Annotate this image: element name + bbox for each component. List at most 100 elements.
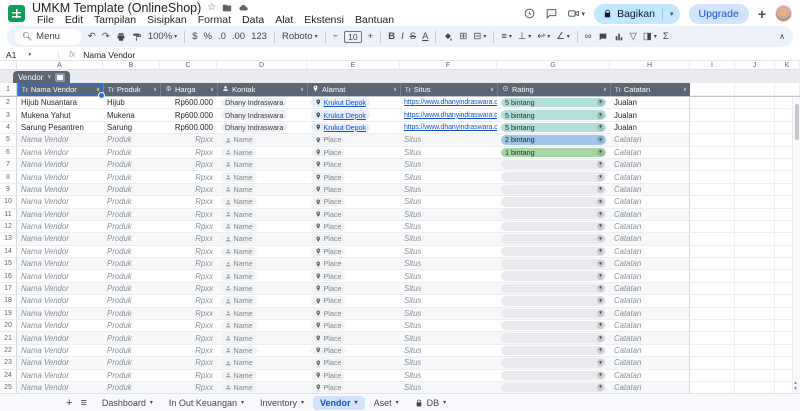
cell-nama-vendor[interactable]: Mukena Yahut bbox=[17, 109, 103, 122]
person-chip-placeholder[interactable]: Name bbox=[221, 172, 257, 182]
cell-nama-vendor[interactable]: Nama Vendor bbox=[17, 221, 103, 234]
cell-nama-vendor[interactable]: Nama Vendor bbox=[17, 370, 103, 382]
rating-dropdown[interactable]: 5 bintang ▼ bbox=[501, 97, 606, 108]
table-column-header-nama-vendor[interactable]: Tr Nama Vendor ∨ bbox=[17, 83, 105, 99]
cell-rating[interactable]: ▼ bbox=[497, 332, 610, 345]
table-column-header-produk[interactable]: Tr Produk ∨ bbox=[103, 83, 160, 96]
cell-produk[interactable]: Produk bbox=[103, 270, 160, 283]
empty-cell[interactable] bbox=[690, 158, 735, 172]
fill-color-button[interactable] bbox=[443, 32, 453, 42]
cell-alamat[interactable]: Place bbox=[307, 357, 400, 370]
place-chip[interactable]: Krukut Depok bbox=[311, 110, 370, 120]
cell-situs[interactable]: Situs bbox=[400, 307, 497, 321]
cell-nama-vendor[interactable]: Sarung Pesantren bbox=[17, 122, 103, 135]
place-chip-placeholder[interactable]: Place bbox=[311, 345, 346, 356]
person-chip-placeholder[interactable]: Name bbox=[221, 209, 257, 219]
cell-kontak[interactable]: Name bbox=[217, 320, 307, 333]
cell-catatan[interactable]: Catatan bbox=[610, 320, 690, 333]
text-color-button[interactable]: A bbox=[422, 32, 428, 42]
cell-nama-vendor[interactable]: Nama Vendor bbox=[17, 147, 103, 159]
row-header[interactable]: 14 bbox=[0, 245, 17, 259]
cell-alamat[interactable]: Krukut Depok bbox=[307, 97, 400, 110]
cell-harga[interactable]: Rpxx bbox=[160, 196, 217, 209]
cell-nama-vendor[interactable]: Nama Vendor bbox=[17, 320, 103, 333]
cell-situs[interactable]: Situs bbox=[400, 134, 497, 147]
place-chip-placeholder[interactable]: Place bbox=[311, 333, 346, 343]
cell-kontak[interactable]: Name bbox=[217, 171, 307, 184]
empty-cell[interactable] bbox=[690, 270, 735, 283]
cell-harga[interactable]: Rpxx bbox=[160, 171, 217, 184]
cell-situs[interactable]: Situs bbox=[400, 258, 497, 271]
table-name-chip[interactable]: Vendor ∨ bbox=[13, 71, 71, 83]
place-chip-placeholder[interactable]: Place bbox=[311, 197, 346, 207]
cell-produk[interactable]: Produk bbox=[103, 183, 160, 197]
empty-cell[interactable] bbox=[735, 171, 775, 184]
column-dropdown-icon[interactable]: ∨ bbox=[96, 87, 100, 93]
person-chip-placeholder[interactable]: Name bbox=[221, 159, 257, 170]
text-rotation-button[interactable]: ∠ ▾ bbox=[556, 32, 570, 42]
cell-kontak[interactable]: Name bbox=[217, 221, 307, 234]
empty-cell[interactable] bbox=[690, 233, 735, 246]
grid-corner[interactable] bbox=[0, 61, 17, 69]
cell-produk[interactable]: Produk bbox=[103, 381, 160, 393]
cell-kontak[interactable]: Name bbox=[217, 332, 307, 345]
dropdown-arrow-icon[interactable]: ▼ bbox=[597, 371, 604, 379]
menu-ekstensi[interactable]: Ekstensi bbox=[299, 14, 349, 26]
filter-button[interactable]: ▽ bbox=[630, 32, 637, 42]
cell-harga[interactable]: Rp600.000 bbox=[160, 122, 217, 135]
borders-button[interactable]: ⊞ bbox=[459, 32, 467, 42]
dropdown-arrow-icon[interactable]: ▼ bbox=[597, 260, 604, 268]
menu-edit[interactable]: Edit bbox=[60, 14, 88, 26]
rating-dropdown[interactable]: ▼ bbox=[501, 382, 606, 393]
row-header[interactable]: 5 bbox=[0, 134, 17, 147]
cell-catatan[interactable]: Catatan bbox=[610, 270, 690, 283]
cell-rating[interactable]: ▼ bbox=[497, 307, 610, 321]
column-header-F[interactable]: F bbox=[400, 61, 497, 69]
table-column-header-kontak[interactable]: Kontak ∨ bbox=[217, 83, 307, 96]
cell-kontak[interactable]: Name bbox=[217, 246, 307, 259]
cell-rating[interactable]: ▼ bbox=[497, 282, 610, 296]
menu-alat[interactable]: Alat bbox=[270, 14, 298, 26]
cell-alamat[interactable]: Place bbox=[307, 134, 400, 147]
row-header[interactable]: 17 bbox=[0, 282, 17, 296]
cell-catatan[interactable]: Catatan bbox=[610, 196, 690, 209]
cell-produk[interactable]: Produk bbox=[103, 345, 160, 358]
empty-cell[interactable] bbox=[690, 369, 735, 382]
place-chip-placeholder[interactable]: Place bbox=[311, 296, 346, 306]
cell-situs[interactable]: Situs bbox=[400, 320, 497, 333]
meet-dropdown-icon[interactable]: ▾ bbox=[582, 10, 586, 18]
rating-dropdown[interactable]: ▼ bbox=[501, 159, 606, 170]
place-chip-placeholder[interactable]: Place bbox=[311, 135, 346, 145]
empty-cell[interactable] bbox=[735, 332, 775, 345]
cell-situs[interactable]: Situs bbox=[400, 147, 497, 159]
zoom-select[interactable]: 100% ▾ bbox=[148, 32, 177, 42]
cell-rating[interactable]: ▼ bbox=[497, 233, 610, 246]
row-header[interactable]: 10 bbox=[0, 196, 17, 209]
cell-catatan[interactable]: Jualan bbox=[610, 97, 690, 110]
empty-cell[interactable] bbox=[735, 320, 775, 333]
strikethrough-button[interactable]: S bbox=[410, 32, 416, 42]
person-chip-placeholder[interactable]: Name bbox=[221, 271, 257, 281]
dropdown-arrow-icon[interactable]: ▼ bbox=[597, 247, 604, 255]
cell-rating[interactable]: ▼ bbox=[497, 196, 610, 209]
cell-harga[interactable]: Rpxx bbox=[160, 246, 217, 259]
cell-harga[interactable]: Rpxx bbox=[160, 381, 217, 393]
column-dropdown-icon[interactable]: ∨ bbox=[300, 87, 304, 93]
person-chip-placeholder[interactable]: Name bbox=[221, 184, 257, 195]
cell-catatan[interactable]: Catatan bbox=[610, 220, 690, 234]
cell-harga[interactable]: Rpxx bbox=[160, 307, 217, 321]
redo-button[interactable]: ↷ bbox=[102, 32, 110, 42]
functions-button[interactable]: Σ bbox=[663, 32, 669, 42]
cell-harga[interactable]: Rpxx bbox=[160, 270, 217, 283]
cell-alamat[interactable]: Place bbox=[307, 208, 400, 221]
cell-rating[interactable]: 5 bintang ▼ bbox=[497, 122, 610, 135]
all-sheets-icon[interactable]: ≡ bbox=[80, 397, 86, 409]
cell-nama-vendor[interactable]: Nama Vendor bbox=[17, 332, 103, 345]
cell-situs[interactable]: Situs bbox=[400, 221, 497, 234]
cell-alamat[interactable]: Place bbox=[307, 221, 400, 234]
decrease-decimal-button[interactable]: .0 bbox=[218, 32, 226, 42]
dropdown-arrow-icon[interactable]: ▼ bbox=[597, 297, 604, 305]
cell-alamat[interactable]: Place bbox=[307, 158, 400, 172]
row-header[interactable]: 25 bbox=[0, 381, 17, 393]
sheet-tab-menu-icon[interactable]: ▾ bbox=[443, 399, 446, 406]
